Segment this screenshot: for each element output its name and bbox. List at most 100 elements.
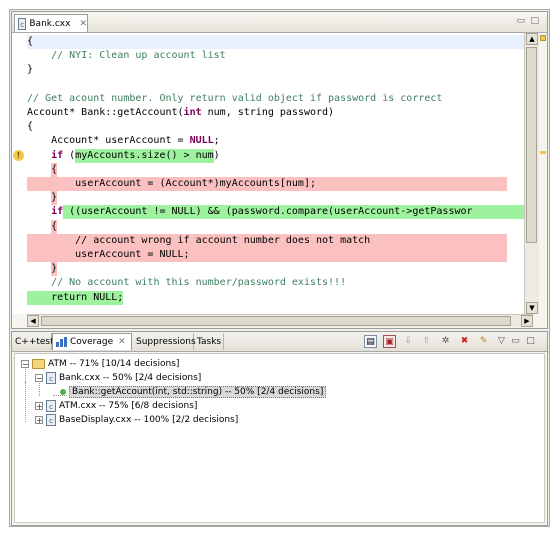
tab-coverage[interactable]: Coverage ✕ xyxy=(52,333,132,350)
code-token: { xyxy=(27,121,34,133)
coverage-tree: − ATM -- 71% [10/14 decisions] − c Bank.cxx … xyxy=(14,353,545,523)
close-icon[interactable]: ✕ xyxy=(118,337,126,347)
tree-node-label: BaseDisplay.cxx -- 100% [2/2 decisions] xyxy=(59,415,239,425)
folder-icon xyxy=(32,359,45,369)
tree-node[interactable]: Bank::getAccount(int, std::string) -- 50… xyxy=(49,385,327,399)
code-line[interactable]: userAccount = NULL; xyxy=(27,248,507,262)
code-line[interactable]: { xyxy=(27,120,33,134)
code-token: userAccount = NULL; xyxy=(27,248,507,262)
view-menu-icon[interactable]: ▽ xyxy=(495,335,508,348)
tab-cpptest[interactable]: C++test xyxy=(12,333,54,350)
cpp-file-icon: c xyxy=(46,414,56,426)
maximize-icon[interactable]: □ xyxy=(530,16,539,26)
code-line[interactable]: if (myAccounts.size() > num) xyxy=(27,148,220,163)
ruler-marker-icon[interactable] xyxy=(540,35,546,41)
code-token: num, string password) xyxy=(201,107,335,118)
code-line[interactable]: return NULL; xyxy=(27,290,124,305)
code-line[interactable]: if ((userAccount != NULL) && (password.c… xyxy=(27,205,525,220)
code-line[interactable]: } xyxy=(27,262,58,277)
cpp-file-icon: c xyxy=(18,17,27,30)
remove-all-icon[interactable]: ✖ xyxy=(458,335,471,348)
warning-icon[interactable]: ! xyxy=(13,150,24,161)
tree-node[interactable]: + c ATM.cxx -- 75% [6/8 decisions] xyxy=(35,399,197,413)
code-token: userAccount = (Account*)myAccounts[num]; xyxy=(27,177,507,191)
tree-node[interactable]: − c Bank.cxx -- 50% [2/4 decisions] xyxy=(35,371,201,385)
code-area[interactable]: ! { // NYI: Clean up account list} // Get… xyxy=(12,33,547,314)
vertical-scrollbar[interactable]: ▲ ▼ xyxy=(524,33,539,314)
code-line[interactable]: { xyxy=(27,219,58,234)
tab-suppressions[interactable]: Suppressions xyxy=(133,333,196,350)
tree-node[interactable]: − ATM -- 71% [10/14 decisions] xyxy=(21,357,179,371)
tree-node-label: ATM -- 71% [10/14 decisions] xyxy=(48,359,180,369)
tree-node[interactable]: + c BaseDisplay.cxx -- 100% [2/2 decisions… xyxy=(35,413,238,427)
next-arrow-down-icon[interactable]: ⇩ xyxy=(402,335,415,348)
code-token: } xyxy=(51,262,58,277)
code-line[interactable]: } xyxy=(27,63,33,77)
scroll-up-arrow-icon[interactable]: ▲ xyxy=(526,33,538,45)
code-token: if xyxy=(51,206,64,218)
code-token: Account* userAccount = xyxy=(27,135,190,147)
code-line[interactable]: // No account with this number/password … xyxy=(27,276,346,290)
coverage-view: C++test Coverage ✕ Suppressions Tasks ▤ … xyxy=(11,331,548,526)
view-tab-bar: C++test Coverage ✕ Suppressions Tasks ▤ … xyxy=(12,332,547,352)
code-line[interactable]: } xyxy=(27,191,58,206)
code-editor: c Bank.cxx ✕ ▭ □ ! { // NYI: Clean up ac… xyxy=(11,11,548,329)
code-token: // Get acount number. Only return valid … xyxy=(27,92,443,104)
code-line[interactable]: userAccount = (Account*)myAccounts[num]; xyxy=(27,177,507,191)
code-line[interactable]: Account* Bank::getAccount(int num, strin… xyxy=(27,106,334,120)
code-token: ( xyxy=(63,149,76,161)
show-source-icon[interactable]: ▤ xyxy=(364,335,377,348)
minimize-icon[interactable]: ▭ xyxy=(509,335,522,348)
horizontal-scrollbar[interactable]: ◀ ▶ xyxy=(27,314,533,327)
code-token: // NYI: Clean up account list xyxy=(51,50,226,62)
code-line[interactable]: Account* userAccount = NULL; xyxy=(27,134,220,148)
tree-node-label: Bank::getAccount(int, std::string) -- 50… xyxy=(69,386,327,398)
code-line[interactable]: // Get acount number. Only return valid … xyxy=(27,92,442,106)
horizontal-scroll-thumb[interactable] xyxy=(41,316,511,326)
scroll-left-arrow-icon[interactable]: ◀ xyxy=(27,315,39,327)
tab-tasks[interactable]: Tasks xyxy=(194,333,224,350)
code-token: } xyxy=(27,64,34,76)
code-line[interactable]: // account wrong if account number does … xyxy=(27,233,507,248)
cpp-file-icon: c xyxy=(46,400,56,412)
clear-brush-icon[interactable]: ✎ xyxy=(477,335,490,348)
collapse-icon[interactable]: − xyxy=(21,360,29,369)
scroll-right-arrow-icon[interactable]: ▶ xyxy=(521,315,533,327)
open-report-icon[interactable]: ▣ xyxy=(383,335,396,348)
code-line[interactable]: // NYI: Clean up account list xyxy=(27,49,226,63)
scroll-down-arrow-icon[interactable]: ▼ xyxy=(526,302,538,314)
tab-suppressions-label: Suppressions xyxy=(136,336,196,347)
editor-tab-bank-cxx[interactable]: c Bank.cxx ✕ xyxy=(14,14,88,32)
expand-icon[interactable]: + xyxy=(35,416,43,425)
maximize-icon[interactable]: □ xyxy=(524,335,537,348)
code-token: myAccounts.size() > num xyxy=(75,148,214,163)
tab-cpptest-label: C++test xyxy=(15,336,54,347)
ruler-warning-mark[interactable] xyxy=(540,151,546,154)
close-icon[interactable]: ✕ xyxy=(79,19,87,29)
previous-arrow-up-icon[interactable]: ⇧ xyxy=(420,335,433,348)
minimize-icon[interactable]: ▭ xyxy=(516,16,525,26)
editor-tab-bar: c Bank.cxx ✕ ▭ □ xyxy=(12,12,547,33)
tree-guide xyxy=(25,382,26,422)
vertical-scroll-thumb[interactable] xyxy=(526,47,537,243)
code-token: int xyxy=(183,107,202,118)
code-line[interactable]: { xyxy=(27,35,525,49)
code-token: NULL xyxy=(189,135,214,147)
overview-ruler xyxy=(539,33,547,314)
code-token: { xyxy=(51,219,58,234)
code-line[interactable]: { xyxy=(27,162,58,177)
code-token: return NULL; xyxy=(27,290,124,305)
collapse-icon[interactable]: − xyxy=(35,374,43,383)
collapse-all-icon[interactable]: ✲ xyxy=(439,335,452,348)
editor-tab-label: Bank.cxx xyxy=(29,18,71,29)
expand-icon[interactable]: + xyxy=(35,402,43,411)
code-token: { xyxy=(51,162,58,177)
code-token: { xyxy=(27,36,34,47)
cpp-file-icon: c xyxy=(46,372,56,384)
